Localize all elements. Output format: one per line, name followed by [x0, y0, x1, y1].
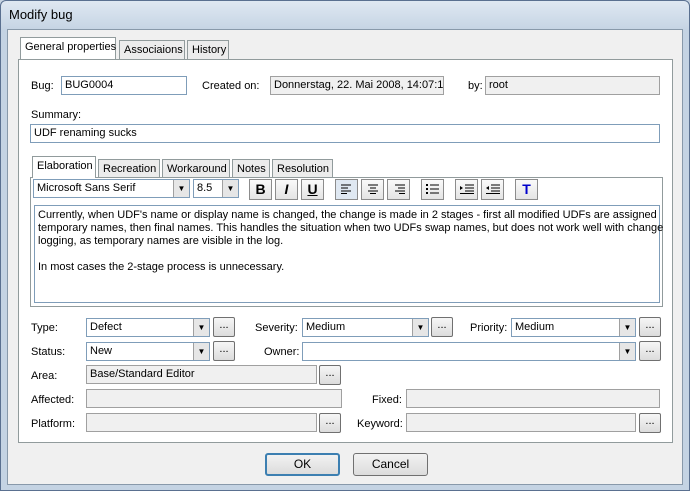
owner-select[interactable]: ▼	[302, 342, 636, 361]
area-browse-button[interactable]: ...	[319, 365, 341, 385]
chevron-down-icon: ▼	[412, 319, 428, 336]
type-select[interactable]: Defect ▼	[86, 318, 210, 337]
tab-label: General properties	[25, 41, 117, 53]
title-bar[interactable]: Modify bug	[1, 1, 689, 29]
tab-label: Elaboration	[37, 160, 93, 172]
type-value: Defect	[90, 321, 122, 333]
dialog-client: General properties Associaions History B…	[7, 29, 683, 485]
created-by-field: root	[485, 76, 660, 95]
elaboration-line: logging, as temporary names are visible …	[38, 235, 284, 247]
tab-resolution[interactable]: Resolution	[272, 159, 333, 179]
elaboration-line: In most cases the 2-stage process is unn…	[38, 261, 285, 273]
chevron-down-icon: ▼	[173, 180, 189, 197]
by-label: by:	[468, 80, 483, 92]
tab-label: History	[192, 44, 227, 56]
owner-browse-button[interactable]: ...	[639, 341, 661, 361]
keyword-field	[406, 413, 636, 432]
tab-workaround[interactable]: Workaround	[162, 159, 230, 179]
keyword-browse-button[interactable]: ...	[639, 413, 661, 433]
align-center-button[interactable]	[361, 179, 384, 200]
keyword-label: Keyword:	[357, 418, 403, 430]
bullet-list-icon	[425, 184, 439, 194]
created-on-label: Created on:	[202, 80, 260, 92]
bug-label: Bug:	[31, 80, 54, 92]
chevron-down-icon: ▼	[619, 343, 635, 360]
window-title: Modify bug	[9, 7, 73, 22]
platform-label: Platform:	[31, 418, 76, 430]
priority-value: Medium	[515, 321, 555, 333]
created-on-field: Donnerstag, 22. Mai 2008, 14:07:19	[270, 76, 444, 95]
type-browse-button[interactable]: ...	[213, 317, 235, 337]
chevron-down-icon: ▼	[193, 319, 209, 336]
severity-value: Medium	[306, 321, 346, 333]
severity-browse-button[interactable]: ...	[431, 317, 453, 337]
outdent-icon	[485, 184, 500, 194]
outdent-button[interactable]	[481, 179, 504, 200]
severity-select[interactable]: Medium ▼	[302, 318, 429, 337]
type-label: Type:	[31, 322, 58, 334]
platform-browse-button[interactable]: ...	[319, 413, 341, 433]
platform-field	[86, 413, 317, 432]
tab-label: Recreation	[103, 163, 157, 175]
align-right-icon	[394, 184, 405, 194]
font-family-select[interactable]: Microsoft Sans Serif ▼	[33, 179, 190, 198]
italic-button[interactable]: I	[275, 179, 298, 200]
bold-button[interactable]: B	[249, 179, 272, 200]
tab-label: Notes	[237, 163, 266, 175]
severity-label: Severity:	[255, 322, 298, 334]
underline-button[interactable]: U	[301, 179, 324, 200]
tab-label: Resolution	[277, 163, 329, 175]
text-color-button[interactable]: T	[515, 179, 538, 200]
priority-select[interactable]: Medium ▼	[511, 318, 636, 337]
status-browse-button[interactable]: ...	[213, 341, 235, 361]
owner-label: Owner:	[264, 346, 300, 358]
font-size-select[interactable]: 8.5 ▼	[193, 179, 239, 198]
area-field: Base/Standard Editor	[86, 365, 317, 384]
tab-history[interactable]: History	[187, 40, 229, 60]
font-size-value: 8.5	[197, 182, 213, 194]
indent-icon	[459, 184, 474, 194]
fixed-label: Fixed:	[372, 394, 402, 406]
status-label: Status:	[31, 346, 66, 358]
priority-browse-button[interactable]: ...	[639, 317, 661, 337]
affected-label: Affected:	[31, 394, 75, 406]
tab-general-properties[interactable]: General properties	[20, 37, 116, 59]
area-label: Area:	[31, 370, 58, 382]
align-left-button[interactable]	[335, 179, 358, 200]
tab-associaions[interactable]: Associaions	[119, 40, 185, 60]
tab-label: Workaround	[167, 163, 227, 175]
tab-recreation[interactable]: Recreation	[98, 159, 160, 179]
chevron-down-icon: ▼	[193, 343, 209, 360]
chevron-down-icon: ▼	[222, 180, 238, 197]
bug-id-field[interactable]: BUG0004	[61, 76, 187, 95]
indent-button[interactable]	[455, 179, 478, 200]
summary-label: Summary:	[31, 109, 82, 121]
ok-button[interactable]: OK	[265, 453, 340, 476]
modify-bug-window: Modify bug General properties Associaion…	[0, 0, 690, 491]
status-select[interactable]: New ▼	[86, 342, 210, 361]
tab-elaboration[interactable]: Elaboration	[32, 156, 96, 178]
align-center-icon	[367, 184, 378, 194]
elaboration-line: temporary names, then final names. This …	[38, 222, 664, 234]
tab-notes[interactable]: Notes	[232, 159, 270, 179]
align-left-icon	[340, 184, 351, 194]
elaboration-textarea[interactable]: Currently, when UDF's name or display na…	[34, 205, 664, 303]
cancel-button[interactable]: Cancel	[353, 453, 428, 476]
font-family-value: Microsoft Sans Serif	[37, 182, 136, 194]
summary-field[interactable]: UDF renaming sucks	[30, 124, 660, 143]
tab-label: Associaions	[124, 44, 183, 56]
affected-field	[86, 389, 342, 408]
priority-label: Priority:	[470, 322, 508, 334]
bullet-list-button[interactable]	[421, 179, 444, 200]
fixed-field	[406, 389, 660, 408]
align-right-button[interactable]	[387, 179, 410, 200]
chevron-down-icon: ▼	[619, 319, 635, 336]
elaboration-line: Currently, when UDF's name or display na…	[38, 209, 657, 221]
status-value: New	[90, 345, 113, 357]
